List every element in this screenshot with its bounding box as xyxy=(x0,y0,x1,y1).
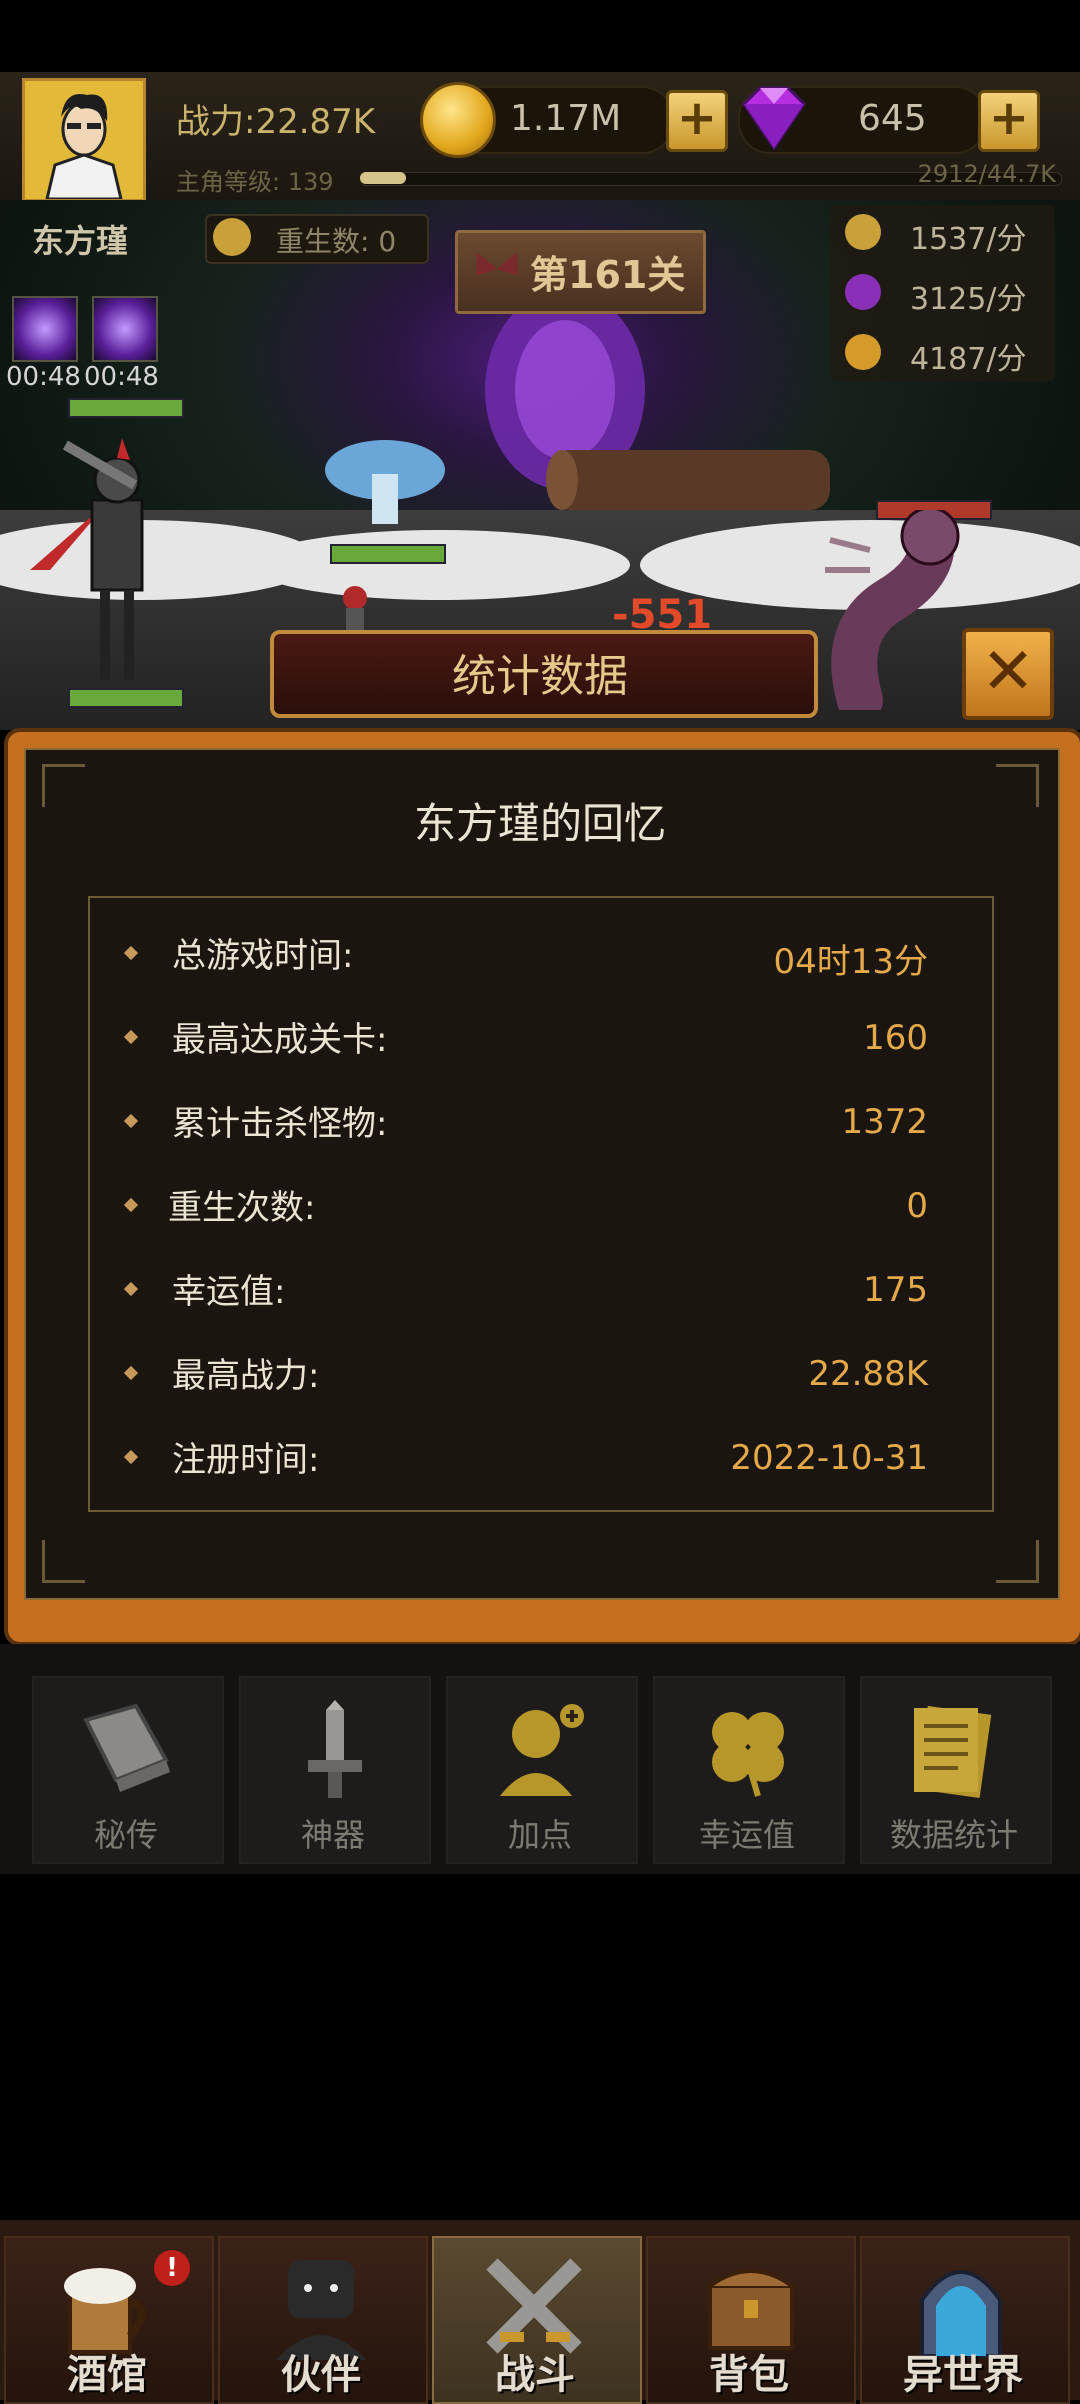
hero-hp-bar xyxy=(68,398,184,418)
gold-rate: 1537/分 xyxy=(910,222,1027,257)
stat-label-rebirths: 重生次数: xyxy=(168,1188,316,1228)
exp-value: 2912/44.7K xyxy=(917,160,1056,188)
panel-title: 统计数据 xyxy=(452,651,628,702)
feature-artifact-label: 神器 xyxy=(300,1816,365,1854)
clover-icon xyxy=(712,1712,784,1797)
buff-timer-1: 00:48 xyxy=(6,362,81,392)
ally-hp-bar xyxy=(68,688,184,708)
combat-power: 战力:22.87K xyxy=(176,102,376,142)
stat-label-max-stage: 最高达成关卡: xyxy=(172,1020,388,1060)
tab-backpack-label: 背包 xyxy=(709,2352,789,2398)
player-avatar[interactable] xyxy=(22,78,146,202)
stage-number: 第161关 xyxy=(530,253,686,297)
memory-title: 东方瑾的回忆 xyxy=(413,799,666,848)
buff-timer-2: 00:48 xyxy=(84,362,159,392)
tab-tavern-label: 酒馆 xyxy=(67,2352,147,2398)
mushroom-decor xyxy=(325,440,445,524)
add-person-icon xyxy=(500,1704,584,1796)
tab-battle-label: 战斗 xyxy=(495,2352,575,2398)
tavern-alert-badge: ! xyxy=(154,2250,190,2286)
stat-value-register-date: 2022-10-31 xyxy=(730,1438,928,1478)
document-icon xyxy=(914,1705,992,1799)
tab-partner-label: 伙伴 xyxy=(281,2352,361,2398)
buff-icon-1[interactable] xyxy=(12,296,78,362)
purple-gem-icon xyxy=(742,86,806,151)
stat-value-luck: 175 xyxy=(863,1270,928,1310)
stat-value-playtime: 04时13分 xyxy=(773,942,928,982)
player-header: 战力:22.87K 1.17M + 645 + 主角等级: 139 2912/4… xyxy=(0,72,1080,202)
gold-coin-icon xyxy=(420,82,496,158)
stat-label-max-power: 最高战力: xyxy=(172,1356,320,1396)
stat-label-kills: 累计击杀怪物: xyxy=(172,1104,388,1144)
sword-icon xyxy=(308,1700,362,1798)
exp-rate-icon xyxy=(845,274,881,310)
exp-bar-fill xyxy=(360,172,406,184)
stat-value-max-stage: 160 xyxy=(863,1018,928,1058)
feature-stats-label: 数据统计 xyxy=(889,1816,1018,1854)
chest-icon xyxy=(708,2269,794,2350)
knight-hero xyxy=(30,438,144,680)
gold-rate-icon xyxy=(845,214,881,250)
exp-rate: 3125/分 xyxy=(910,282,1027,317)
stat-value-rebirths: 0 xyxy=(906,1186,928,1226)
status-bar xyxy=(0,0,1080,70)
rebirth-gear-icon xyxy=(213,218,251,256)
add-gold-button[interactable]: + xyxy=(666,90,728,152)
player-name: 东方瑾 xyxy=(32,222,129,260)
minion-hp-bar xyxy=(330,544,446,564)
book-icon xyxy=(83,1703,170,1792)
flame-rate: 4187/分 xyxy=(910,342,1027,377)
corner-ornament xyxy=(996,1540,1039,1583)
feature-luck-label: 幸运值 xyxy=(698,1816,795,1854)
fallen-log xyxy=(546,450,830,510)
stat-value-max-power: 22.88K xyxy=(808,1354,928,1394)
feature-points-label: 加点 xyxy=(507,1816,572,1854)
stat-label-luck: 幸运值: xyxy=(172,1272,286,1312)
stat-value-kills: 1372 xyxy=(841,1102,928,1142)
tab-otherworld-label: 异世界 xyxy=(903,2352,1023,2398)
feature-secret-label: 秘传 xyxy=(93,1816,158,1854)
corner-ornament xyxy=(42,1540,85,1583)
close-icon[interactable]: ✕ xyxy=(962,628,1054,720)
gold-amount: 1.17M xyxy=(510,98,622,139)
stat-label-register-date: 注册时间: xyxy=(172,1440,320,1480)
butterfly-icon xyxy=(476,252,518,276)
stat-label-playtime: 总游戏时间: xyxy=(172,936,354,976)
flame-rate-icon xyxy=(845,334,881,370)
hero-level: 主角等级: 139 xyxy=(176,168,334,196)
buff-icon-2[interactable] xyxy=(92,296,158,362)
rebirth-count: 重生数: 0 xyxy=(276,225,397,258)
add-gem-button[interactable]: + xyxy=(978,90,1040,152)
gem-amount: 645 xyxy=(858,98,927,139)
